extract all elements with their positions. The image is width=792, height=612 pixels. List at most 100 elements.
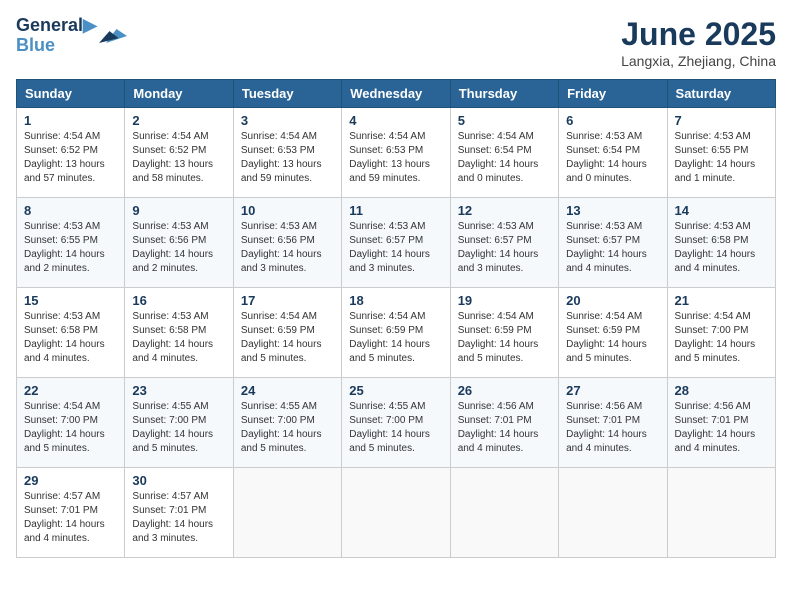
day-number: 12 <box>458 203 551 218</box>
day-number: 28 <box>675 383 768 398</box>
day-number: 18 <box>349 293 442 308</box>
calendar-cell <box>233 468 341 558</box>
calendar-cell: 24Sunrise: 4:55 AMSunset: 7:00 PMDayligh… <box>233 378 341 468</box>
week-row-3: 15 Sunrise: 4:53 AMSunset: 6:58 PMDayligh… <box>17 288 776 378</box>
week-row-5: 29 Sunrise: 4:57 AMSunset: 7:01 PMDayligh… <box>17 468 776 558</box>
calendar-cell: 4 Sunrise: 4:54 AMSunset: 6:53 PMDaylight… <box>342 108 450 198</box>
day-number: 14 <box>675 203 768 218</box>
calendar-cell: 29 Sunrise: 4:57 AMSunset: 7:01 PMDayligh… <box>17 468 125 558</box>
cell-content: Sunrise: 4:54 AMSunset: 6:53 PMDaylight:… <box>349 130 442 186</box>
cell-content: Sunrise: 4:56 AMSunset: 7:01 PMDaylight:… <box>566 400 659 456</box>
day-number: 26 <box>458 383 551 398</box>
cell-content: Sunrise: 4:53 AMSunset: 6:57 PMDaylight:… <box>349 220 442 276</box>
calendar-cell <box>450 468 558 558</box>
cell-content: Sunrise: 4:55 AMSunset: 7:00 PMDaylight:… <box>349 400 442 456</box>
calendar-cell: 8Sunrise: 4:53 AMSunset: 6:55 PMDaylight… <box>17 198 125 288</box>
calendar-cell: 19 Sunrise: 4:54 AMSunset: 6:59 PMDayligh… <box>450 288 558 378</box>
weekday-header-saturday: Saturday <box>667 80 775 108</box>
calendar-cell: 20 Sunrise: 4:54 AMSunset: 6:59 PMDayligh… <box>559 288 667 378</box>
calendar-cell: 3 Sunrise: 4:54 AMSunset: 6:53 PMDaylight… <box>233 108 341 198</box>
calendar-cell: 6 Sunrise: 4:53 AMSunset: 6:54 PMDaylight… <box>559 108 667 198</box>
day-number: 4 <box>349 113 442 128</box>
weekday-header-sunday: Sunday <box>17 80 125 108</box>
day-number: 15 <box>24 293 117 308</box>
cell-content: Sunrise: 4:53 AMSunset: 6:57 PMDaylight:… <box>458 220 551 276</box>
weekday-header-monday: Monday <box>125 80 233 108</box>
calendar-cell: 7Sunrise: 4:53 AMSunset: 6:55 PMDaylight… <box>667 108 775 198</box>
week-row-2: 8Sunrise: 4:53 AMSunset: 6:55 PMDaylight… <box>17 198 776 288</box>
calendar-cell: 26 Sunrise: 4:56 AMSunset: 7:01 PMDayligh… <box>450 378 558 468</box>
day-number: 21 <box>675 293 768 308</box>
day-number: 13 <box>566 203 659 218</box>
cell-content: Sunrise: 4:54 AMSunset: 7:00 PMDaylight:… <box>675 310 768 366</box>
calendar-cell: 11 Sunrise: 4:53 AMSunset: 6:57 PMDayligh… <box>342 198 450 288</box>
calendar-cell: 15 Sunrise: 4:53 AMSunset: 6:58 PMDayligh… <box>17 288 125 378</box>
day-number: 19 <box>458 293 551 308</box>
cell-content: Sunrise: 4:54 AMSunset: 7:00 PMDaylight:… <box>24 400 117 456</box>
weekday-header-row: SundayMondayTuesdayWednesdayThursdayFrid… <box>17 80 776 108</box>
day-number: 7 <box>675 113 768 128</box>
calendar-cell: 28 Sunrise: 4:56 AMSunset: 7:01 PMDayligh… <box>667 378 775 468</box>
calendar: SundayMondayTuesdayWednesdayThursdayFrid… <box>16 79 776 558</box>
weekday-header-wednesday: Wednesday <box>342 80 450 108</box>
cell-content: Sunrise: 4:57 AMSunset: 7:01 PMDaylight:… <box>132 490 225 546</box>
calendar-cell: 12 Sunrise: 4:53 AMSunset: 6:57 PMDayligh… <box>450 198 558 288</box>
calendar-cell: 10 Sunrise: 4:53 AMSunset: 6:56 PMDayligh… <box>233 198 341 288</box>
calendar-cell: 17 Sunrise: 4:54 AMSunset: 6:59 PMDayligh… <box>233 288 341 378</box>
day-number: 30 <box>132 473 225 488</box>
cell-content: Sunrise: 4:54 AMSunset: 6:59 PMDaylight:… <box>241 310 334 366</box>
cell-content: Sunrise: 4:53 AMSunset: 6:58 PMDaylight:… <box>132 310 225 366</box>
cell-content: Sunrise: 4:54 AMSunset: 6:53 PMDaylight:… <box>241 130 334 186</box>
week-row-1: 1 Sunrise: 4:54 AMSunset: 6:52 PMDaylight… <box>17 108 776 198</box>
day-number: 16 <box>132 293 225 308</box>
day-number: 11 <box>349 203 442 218</box>
logo-icon <box>99 22 127 50</box>
cell-content: Sunrise: 4:53 AMSunset: 6:57 PMDaylight:… <box>566 220 659 276</box>
calendar-cell: 21 Sunrise: 4:54 AMSunset: 7:00 PMDayligh… <box>667 288 775 378</box>
weekday-header-thursday: Thursday <box>450 80 558 108</box>
calendar-cell: 9 Sunrise: 4:53 AMSunset: 6:56 PMDaylight… <box>125 198 233 288</box>
day-number: 5 <box>458 113 551 128</box>
day-number: 2 <box>132 113 225 128</box>
cell-content: Sunrise: 4:53 AMSunset: 6:58 PMDaylight:… <box>24 310 117 366</box>
day-number: 22 <box>24 383 117 398</box>
day-number: 17 <box>241 293 334 308</box>
calendar-cell: 16 Sunrise: 4:53 AMSunset: 6:58 PMDayligh… <box>125 288 233 378</box>
cell-content: Sunrise: 4:53 AMSunset: 6:56 PMDaylight:… <box>132 220 225 276</box>
cell-content: Sunrise: 4:54 AMSunset: 6:52 PMDaylight:… <box>24 130 117 186</box>
title-block: June 2025 Langxia, Zhejiang, China <box>621 16 776 69</box>
cell-content: Sunrise: 4:55 AMSunset: 7:00 PMDaylight:… <box>132 400 225 456</box>
calendar-cell: 22 Sunrise: 4:54 AMSunset: 7:00 PMDayligh… <box>17 378 125 468</box>
calendar-cell: 27 Sunrise: 4:56 AMSunset: 7:01 PMDayligh… <box>559 378 667 468</box>
weekday-header-friday: Friday <box>559 80 667 108</box>
cell-content: Sunrise: 4:53 AMSunset: 6:54 PMDaylight:… <box>566 130 659 186</box>
cell-content: Sunrise: 4:54 AMSunset: 6:52 PMDaylight:… <box>132 130 225 186</box>
cell-content: Sunrise: 4:54 AMSunset: 6:59 PMDaylight:… <box>458 310 551 366</box>
cell-content: Sunrise: 4:54 AMSunset: 6:59 PMDaylight:… <box>566 310 659 366</box>
cell-content: Sunrise: 4:53 AMSunset: 6:56 PMDaylight:… <box>241 220 334 276</box>
day-number: 23 <box>132 383 225 398</box>
logo: General▶ Blue <box>16 16 127 56</box>
day-number: 25 <box>349 383 442 398</box>
calendar-cell <box>342 468 450 558</box>
day-number: 10 <box>241 203 334 218</box>
calendar-cell: 25 Sunrise: 4:55 AMSunset: 7:00 PMDayligh… <box>342 378 450 468</box>
calendar-cell: 14Sunrise: 4:53 AMSunset: 6:58 PMDayligh… <box>667 198 775 288</box>
calendar-cell: 30 Sunrise: 4:57 AMSunset: 7:01 PMDayligh… <box>125 468 233 558</box>
day-number: 9 <box>132 203 225 218</box>
day-number: 29 <box>24 473 117 488</box>
day-number: 24 <box>241 383 334 398</box>
day-number: 6 <box>566 113 659 128</box>
day-number: 27 <box>566 383 659 398</box>
page-header: General▶ Blue June 2025 Langxia, Zhejian… <box>16 16 776 69</box>
cell-content: Sunrise: 4:56 AMSunset: 7:01 PMDaylight:… <box>458 400 551 456</box>
cell-content: Sunrise: 4:57 AMSunset: 7:01 PMDaylight:… <box>24 490 117 546</box>
calendar-cell: 5Sunrise: 4:54 AMSunset: 6:54 PMDaylight… <box>450 108 558 198</box>
day-number: 3 <box>241 113 334 128</box>
calendar-cell: 2 Sunrise: 4:54 AMSunset: 6:52 PMDaylight… <box>125 108 233 198</box>
day-number: 20 <box>566 293 659 308</box>
day-number: 1 <box>24 113 117 128</box>
cell-content: Sunrise: 4:56 AMSunset: 7:01 PMDaylight:… <box>675 400 768 456</box>
calendar-cell: 13 Sunrise: 4:53 AMSunset: 6:57 PMDayligh… <box>559 198 667 288</box>
cell-content: Sunrise: 4:53 AMSunset: 6:55 PMDaylight:… <box>24 220 117 276</box>
